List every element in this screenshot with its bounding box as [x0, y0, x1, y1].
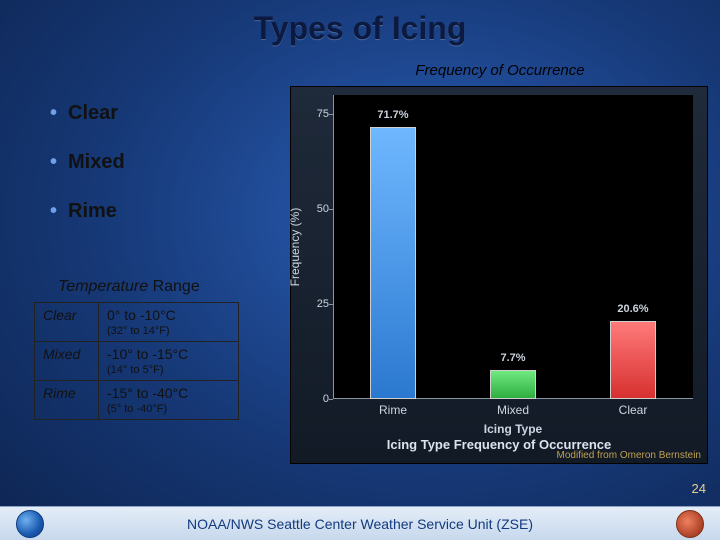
slide-title: Types of Icing	[0, 0, 720, 47]
bar-label-rime: 71.7%	[373, 109, 413, 121]
frequency-chart: Frequency (%) 0 25 50 75 71.7% 7.7% 20.6…	[290, 86, 708, 464]
bar-label-mixed: 7.7%	[493, 352, 533, 364]
xcat-rime: Rime	[379, 403, 407, 417]
temperature-range-heading: Temperature Range	[58, 278, 200, 296]
cell-name: Mixed	[35, 342, 99, 381]
table-row: Mixed -10° to -15°C (14° to 5°F)	[35, 342, 239, 381]
xcat-clear: Clear	[619, 403, 648, 417]
footer-text: NOAA/NWS Seattle Center Weather Service …	[187, 516, 533, 532]
slide-number: 24	[692, 481, 706, 496]
bullet-mixed: Mixed	[50, 151, 280, 174]
nws-logo-icon	[676, 510, 704, 538]
table-row: Clear 0° to -10°C (32° to 14°F)	[35, 303, 239, 342]
temperature-table: Clear 0° to -10°C (32° to 14°F) Mixed -1…	[34, 302, 239, 420]
table-row: Rime -15° to -40°C (5° to -40°F)	[35, 381, 239, 420]
ytick-50: 50	[317, 203, 329, 215]
chart-attribution: Modified from Omeron Bernstein	[556, 450, 701, 461]
bar-clear	[610, 321, 656, 399]
x-axis-label: Icing Type	[333, 422, 693, 436]
bar-label-clear: 20.6%	[613, 303, 653, 315]
footer-bar: NOAA/NWS Seattle Center Weather Service …	[0, 506, 720, 540]
ytick-75: 75	[317, 108, 329, 120]
bar-rime	[370, 127, 416, 399]
chart-plot-area: Frequency (%) 0 25 50 75 71.7% 7.7% 20.6…	[333, 95, 693, 399]
ytick-25: 25	[317, 298, 329, 310]
y-axis-line	[333, 95, 334, 399]
noaa-logo-icon	[16, 510, 44, 538]
type-bullets: Clear Mixed Rime	[50, 102, 280, 249]
cell-range: 0° to -10°C (32° to 14°F)	[99, 303, 239, 342]
cell-range: -15° to -40°C (5° to -40°F)	[99, 381, 239, 420]
xcat-mixed: Mixed	[497, 403, 529, 417]
y-axis-label: Frequency (%)	[288, 208, 302, 287]
cell-name: Clear	[35, 303, 99, 342]
bar-mixed	[490, 370, 536, 399]
bullet-rime: Rime	[50, 200, 280, 223]
cell-range: -10° to -15°C (14° to 5°F)	[99, 342, 239, 381]
bullet-clear: Clear	[50, 102, 280, 125]
cell-name: Rime	[35, 381, 99, 420]
frequency-subtitle: Frequency of Occurrence	[300, 62, 700, 79]
slide: Types of Icing Frequency of Occurrence C…	[0, 0, 720, 540]
